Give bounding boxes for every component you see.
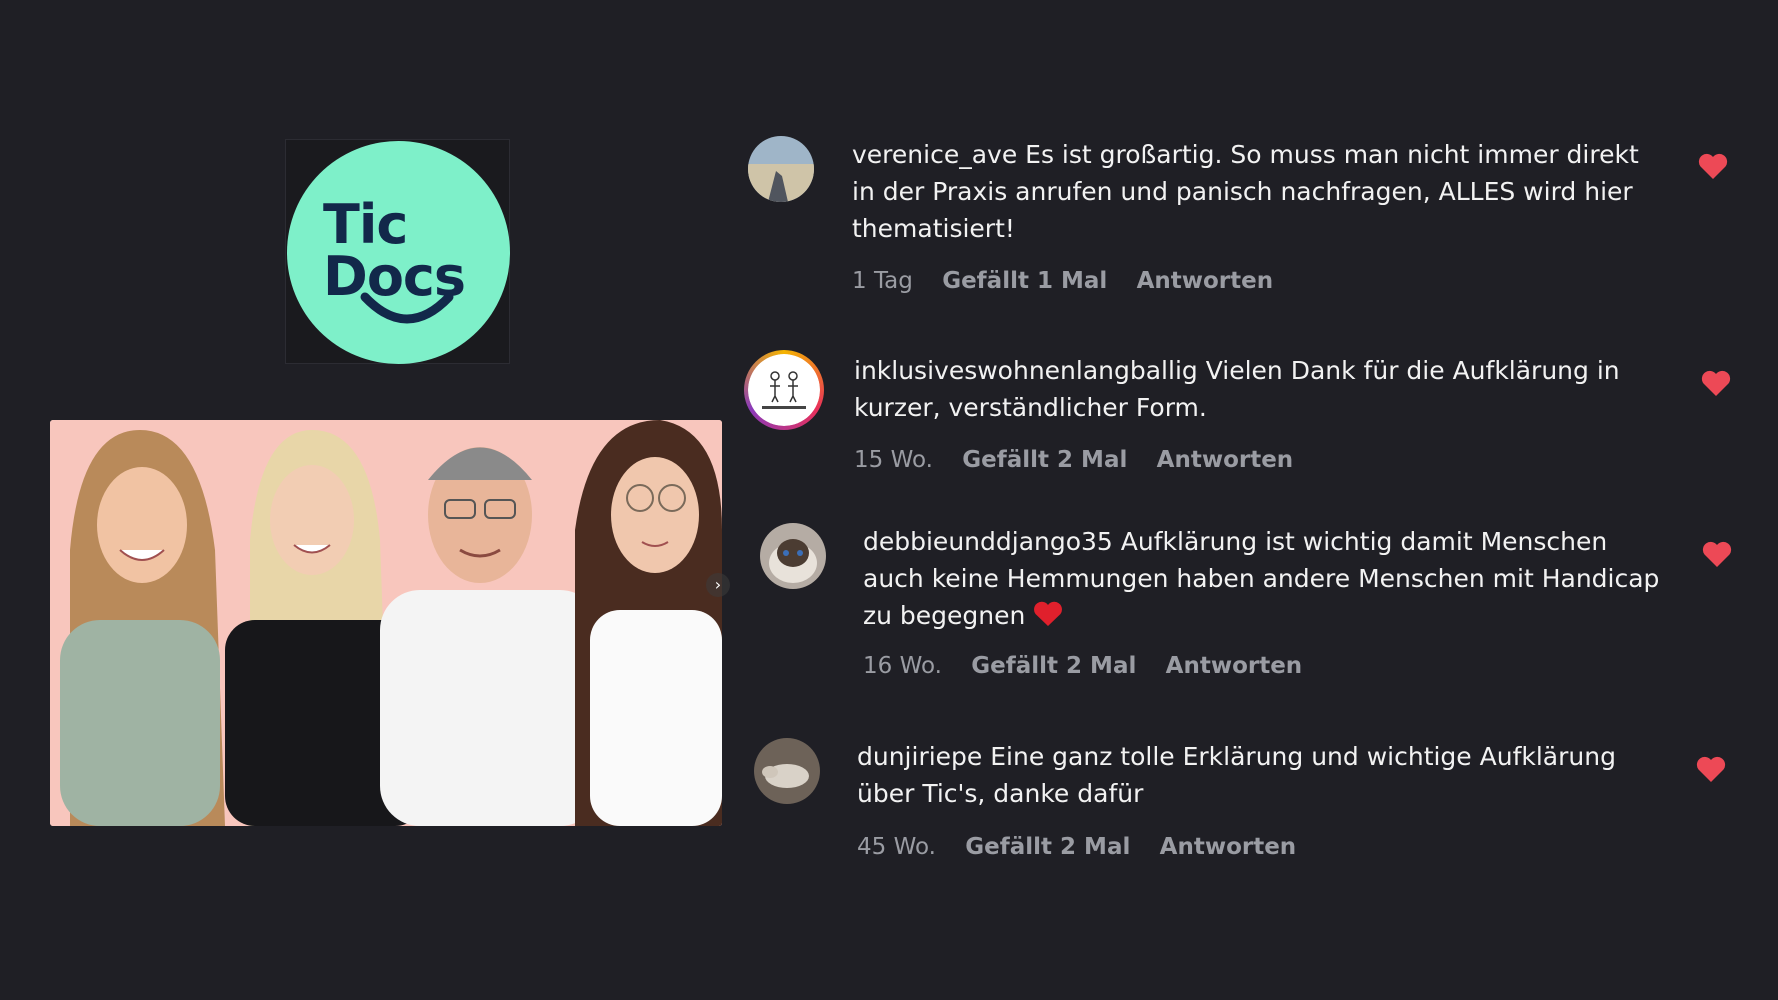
comment-text: inklusiveswohnenlangballig Vielen Dank f… <box>854 352 1654 426</box>
avatar[interactable] <box>744 350 824 430</box>
comment-text: debbieunddjango35 Aufklärung ist wichtig… <box>863 523 1663 634</box>
comment-username[interactable]: dunjiriepe <box>857 742 982 771</box>
like-heart-icon[interactable] <box>1698 152 1728 180</box>
comment-text: dunjiriepe Eine ganz tolle Erklärung und… <box>857 738 1657 812</box>
avatar[interactable] <box>748 136 814 202</box>
comment-time: 15 Wo. <box>854 447 933 473</box>
comment-meta: 45 Wo. Gefällt 2 Mal Antworten <box>857 834 1318 860</box>
comment-text: verenice_ave Es ist großartig. So muss m… <box>852 136 1652 247</box>
reply-button[interactable]: Antworten <box>1166 653 1303 679</box>
comment-likes[interactable]: Gefällt 1 Mal <box>942 268 1107 294</box>
carousel-next-icon[interactable]: › <box>706 573 730 597</box>
logo-smile-icon <box>360 292 454 324</box>
comment-meta: 16 Wo. Gefällt 2 Mal Antworten <box>863 653 1324 679</box>
comment-time: 1 Tag <box>852 268 913 294</box>
reply-button[interactable]: Antworten <box>1137 268 1274 294</box>
comment-likes[interactable]: Gefällt 2 Mal <box>962 447 1127 473</box>
team-photo <box>50 420 722 826</box>
comment-time: 16 Wo. <box>863 653 942 679</box>
avatar[interactable] <box>760 523 826 589</box>
reply-button[interactable]: Antworten <box>1160 834 1297 860</box>
comment-username[interactable]: debbieunddjango35 <box>863 527 1113 556</box>
avatar[interactable] <box>754 738 820 804</box>
comment-meta: 15 Wo. Gefällt 2 Mal Antworten <box>854 447 1315 473</box>
reply-button[interactable]: Antworten <box>1157 447 1294 473</box>
comment-likes[interactable]: Gefällt 2 Mal <box>971 653 1136 679</box>
comment-username[interactable]: verenice_ave <box>852 140 1017 169</box>
red-heart-emoji-icon <box>1034 601 1063 626</box>
like-heart-icon[interactable] <box>1702 540 1732 568</box>
tic-docs-logo: Tic Docs <box>285 139 510 364</box>
comment-time: 45 Wo. <box>857 834 936 860</box>
comment-meta: 1 Tag Gefällt 1 Mal Antworten <box>852 268 1295 294</box>
logo-circle: Tic Docs <box>287 141 510 364</box>
comment-likes[interactable]: Gefällt 2 Mal <box>965 834 1130 860</box>
like-heart-icon[interactable] <box>1701 369 1731 397</box>
comment-username[interactable]: inklusiveswohnenlangballig <box>854 356 1198 385</box>
like-heart-icon[interactable] <box>1696 755 1726 783</box>
